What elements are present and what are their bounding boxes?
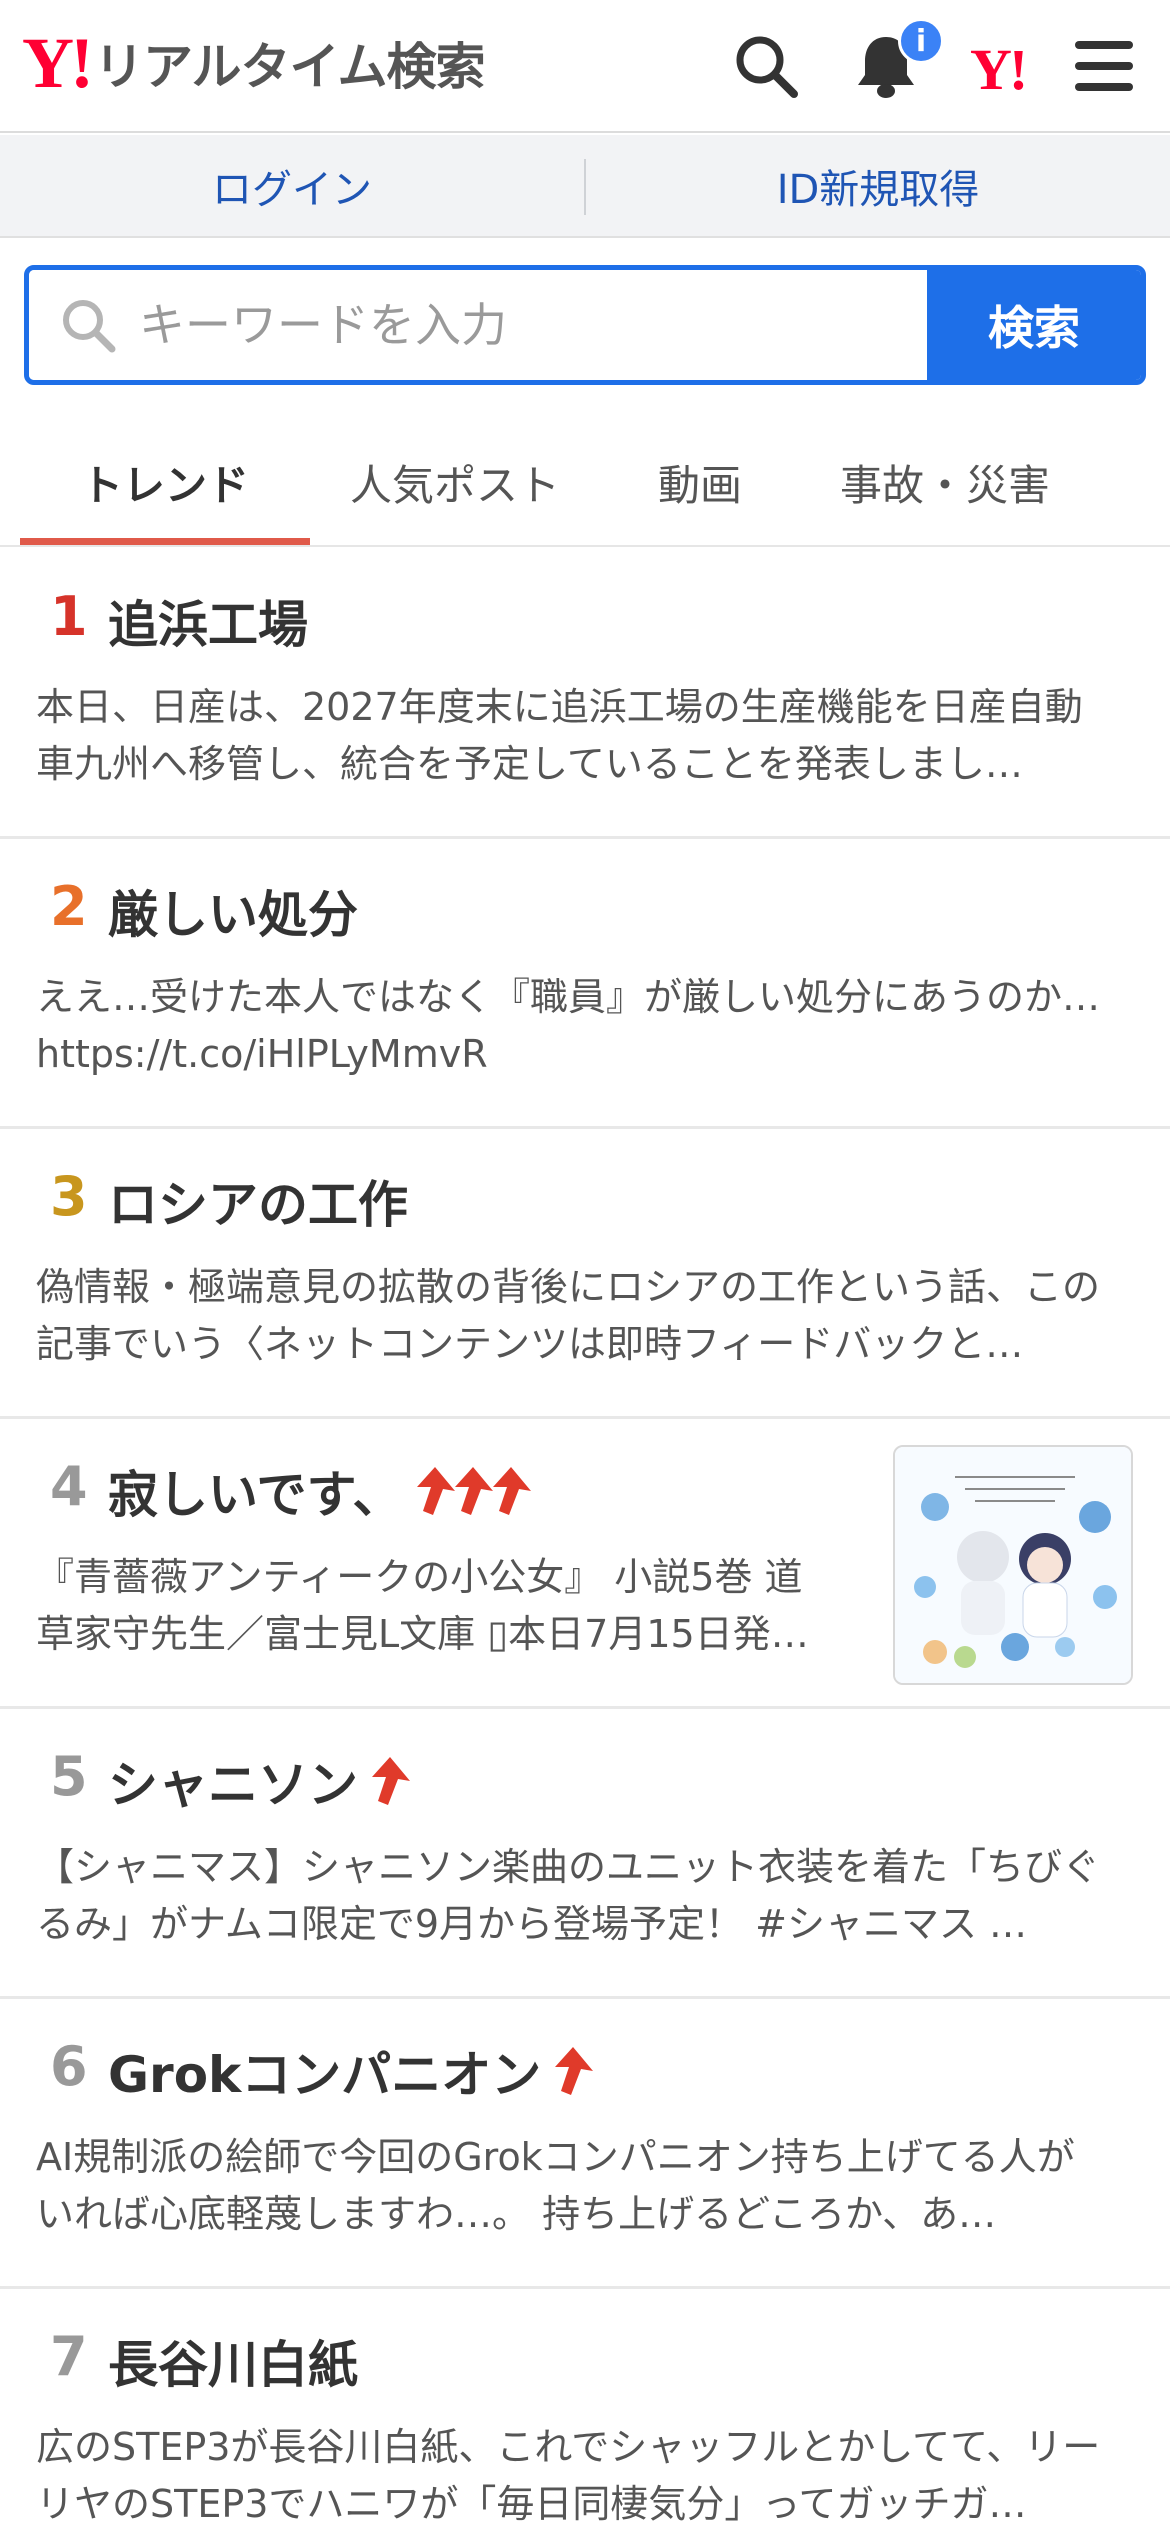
- login-link[interactable]: ログイン: [0, 135, 584, 236]
- trend-item[interactable]: 7 長谷川白紙 広のSTEP3が長谷川白紙、これでシャッフルとかしてて、リーリヤ…: [0, 2289, 1170, 2532]
- tab-accidents-disasters[interactable]: 事故・災害: [800, 420, 1090, 545]
- trend-up-arrow-icon: [372, 1757, 410, 1805]
- search-field-icon: [59, 296, 129, 354]
- trend-thumbnail-image[interactable]: [893, 1445, 1133, 1685]
- trend-rank: 3: [50, 1165, 88, 1228]
- tab-videos[interactable]: 動画: [600, 420, 800, 545]
- trend-up-arrow-icon: [492, 1467, 531, 1515]
- tab-trend[interactable]: トレンド: [20, 420, 310, 545]
- trend-item[interactable]: 1 追浜工場 本日、日産は、2027年度末に追浜工場の生産機能を日産自動車九州へ…: [0, 549, 1170, 839]
- search-bar: 検索: [24, 265, 1146, 385]
- search-icon[interactable]: [728, 28, 804, 104]
- trend-description: 【シャニマス】シャニソン楽曲のユニット衣装を着た「ちびぐるみ」がナムコ限定で9月…: [36, 1845, 1101, 1946]
- trend-description: AI規制派の絵師で今回のGrokコンパニオン持ち上げてる人がいれば心底軽蔑します…: [36, 2135, 1075, 2236]
- rising-arrows: [416, 1465, 533, 1517]
- trend-title: 厳しい処分: [108, 886, 358, 944]
- trend-rank: 7: [50, 2325, 88, 2388]
- trend-description: 本日、日産は、2027年度末に追浜工場の生産機能を日産自動車九州へ移管し、統合を…: [36, 685, 1083, 786]
- trend-item[interactable]: 3 ロシアの工作 偽情報・極端意見の拡散の背後にロシアの工作という話、この記事で…: [0, 1129, 1170, 1419]
- auth-bar: ログイン ID新規取得: [0, 135, 1170, 238]
- trend-title: 追浜工場: [108, 596, 308, 654]
- trend-description: 『青薔薇アンティークの小公女』 小説5巻 道草家守先生／富士見L文庫 ▯本日7月…: [36, 1555, 809, 1656]
- trend-item[interactable]: 2 厳しい処分 ええ…受けた本人ではなく『職員』が厳しい処分にあうのか… htt…: [0, 839, 1170, 1129]
- trend-description: ええ…受けた本人ではなく『職員』が厳しい処分にあうのか… https://t.c…: [36, 975, 1101, 1076]
- search-button[interactable]: 検索: [927, 270, 1141, 380]
- trend-list: 1 追浜工場 本日、日産は、2027年度末に追浜工場の生産機能を日産自動車九州へ…: [0, 549, 1170, 2532]
- trend-item[interactable]: 4 寂しいです、 『青薔薇アンティークの小公女』 小説5巻 道草家守先生／富士見…: [0, 1419, 1170, 1709]
- trend-title: ロシアの工作: [108, 1176, 408, 1234]
- search-field[interactable]: [29, 270, 927, 380]
- search-input[interactable]: [139, 298, 919, 352]
- trend-rank: 1: [50, 585, 88, 648]
- trend-rank: 6: [50, 2035, 88, 2098]
- trend-title: Grokコンパニオン: [108, 2046, 542, 2104]
- trend-rank: 5: [50, 1745, 88, 1808]
- yahoo-top-icon[interactable]: Y!: [970, 36, 1028, 103]
- trend-description: 広のSTEP3が長谷川白紙、これでシャッフルとかしてて、リーリヤのSTEP3でハ…: [36, 2425, 1101, 2526]
- app-header: Y! リアルタイム検索 i Y!: [0, 0, 1170, 133]
- yahoo-realtime-logo[interactable]: Y! リアルタイム検索: [22, 23, 485, 103]
- trend-title: 寂しいです、: [108, 1466, 403, 1524]
- trend-title: シャニソン: [108, 1756, 358, 1814]
- rising-arrows: [555, 2045, 595, 2097]
- app-title: リアルタイム検索: [93, 38, 485, 96]
- trend-up-arrow-icon: [555, 2047, 594, 2095]
- category-tabs: トレンド 人気ポスト 動画 事故・災害: [0, 420, 1170, 547]
- trend-title: 長谷川白紙: [108, 2336, 358, 2394]
- register-link[interactable]: ID新規取得: [586, 135, 1170, 236]
- notification-badge: i: [898, 18, 944, 64]
- trend-item[interactable]: 6 Grokコンパニオン AI規制派の絵師で今回のGrokコンパニオン持ち上げて…: [0, 1999, 1170, 2289]
- tab-popular-posts[interactable]: 人気ポスト: [310, 420, 600, 545]
- trend-rank: 2: [50, 875, 88, 938]
- trend-rank: 4: [50, 1455, 88, 1518]
- rising-arrows: [372, 1755, 412, 1807]
- trend-description: 偽情報・極端意見の拡散の背後にロシアの工作という話、この記事でいう〈ネットコンテ…: [36, 1265, 1101, 1366]
- yahoo-logo-mark: Y!: [22, 23, 94, 103]
- trend-item[interactable]: 5 シャニソン 【シャニマス】シャニソン楽曲のユニット衣装を着た「ちびぐるみ」が…: [0, 1709, 1170, 1999]
- hamburger-menu-icon[interactable]: [1066, 28, 1142, 104]
